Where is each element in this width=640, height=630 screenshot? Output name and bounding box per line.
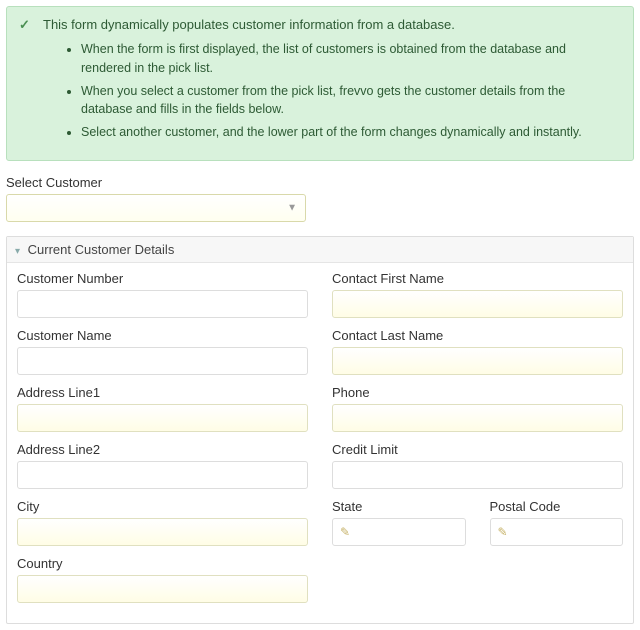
credit-limit-input[interactable] xyxy=(332,461,623,489)
country-label: Country xyxy=(17,556,308,571)
country-input[interactable] xyxy=(17,575,308,603)
customer-name-input[interactable] xyxy=(17,347,308,375)
edit-icon: ✎ xyxy=(340,525,350,539)
info-bullet: When you select a customer from the pick… xyxy=(81,82,619,120)
chevron-down-icon: ▼ xyxy=(287,202,297,213)
customer-number-input[interactable] xyxy=(17,290,308,318)
phone-input[interactable] xyxy=(332,404,623,432)
info-bullets: When the form is first displayed, the li… xyxy=(81,40,619,142)
info-bullet: When the form is first displayed, the li… xyxy=(81,40,619,78)
credit-limit-label: Credit Limit xyxy=(332,442,623,457)
contact-last-name-label: Contact Last Name xyxy=(332,328,623,343)
address-line2-label: Address Line2 xyxy=(17,442,308,457)
section-title: Current Customer Details xyxy=(28,242,175,257)
check-icon: ✓ xyxy=(19,17,30,33)
select-customer-label: Select Customer xyxy=(6,175,634,190)
select-customer-dropdown[interactable]: ▼ xyxy=(6,194,306,222)
postal-code-input[interactable]: ✎ xyxy=(490,518,624,546)
address-line1-label: Address Line1 xyxy=(17,385,308,400)
city-input[interactable] xyxy=(17,518,308,546)
contact-first-name-input[interactable] xyxy=(332,290,623,318)
postal-code-label: Postal Code xyxy=(490,499,624,514)
info-bullet: Select another customer, and the lower p… xyxy=(81,123,619,142)
section-header[interactable]: ▾ Current Customer Details xyxy=(7,237,633,263)
address-line2-input[interactable] xyxy=(17,461,308,489)
address-line1-input[interactable] xyxy=(17,404,308,432)
customer-details-section: ▾ Current Customer Details Customer Numb… xyxy=(6,236,634,624)
state-input[interactable]: ✎ xyxy=(332,518,466,546)
edit-icon: ✎ xyxy=(498,525,508,539)
city-label: City xyxy=(17,499,308,514)
customer-number-label: Customer Number xyxy=(17,271,308,286)
select-customer-wrap: Select Customer ▼ xyxy=(6,175,634,222)
collapse-icon: ▾ xyxy=(15,246,20,257)
info-lead: This form dynamically populates customer… xyxy=(43,17,619,32)
section-body: Customer Number Contact First Name Custo… xyxy=(7,263,633,623)
info-box: ✓ This form dynamically populates custom… xyxy=(6,6,634,161)
phone-label: Phone xyxy=(332,385,623,400)
contact-first-name-label: Contact First Name xyxy=(332,271,623,286)
contact-last-name-input[interactable] xyxy=(332,347,623,375)
state-label: State xyxy=(332,499,466,514)
customer-name-label: Customer Name xyxy=(17,328,308,343)
